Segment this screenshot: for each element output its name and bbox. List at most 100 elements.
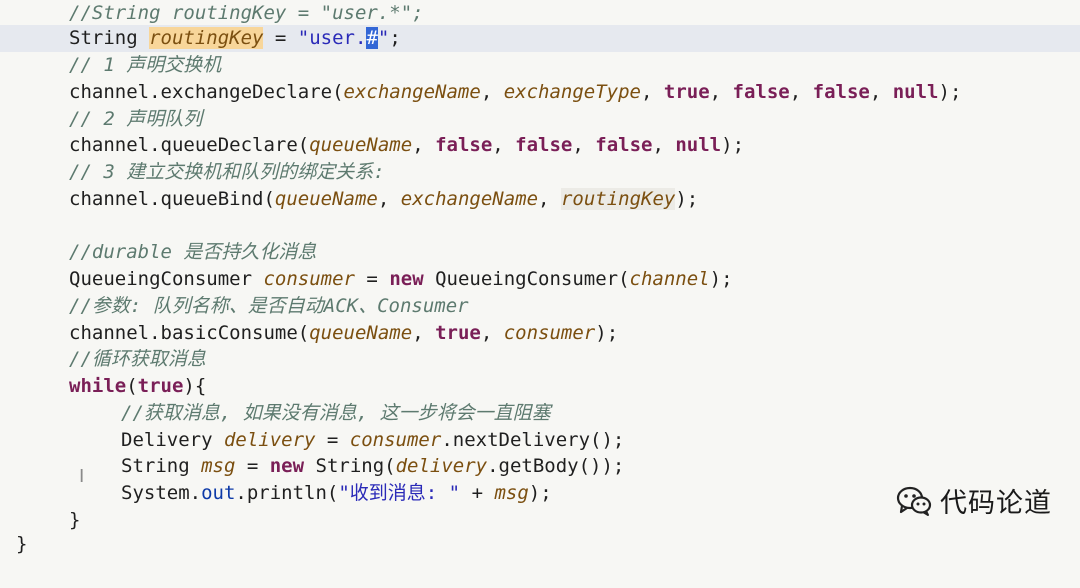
comment-token: //循环获取消息 xyxy=(69,346,206,373)
punct-token: , xyxy=(377,188,401,210)
operator-token: = xyxy=(315,429,350,451)
code-line-16: //获取消息, 如果没有消息, 这一步将会一直阻塞 xyxy=(0,400,1080,427)
punct-token: ); xyxy=(595,322,619,344)
routingkey-variable: routingKey xyxy=(149,27,264,49)
param-token: queueName xyxy=(309,322,413,344)
type-token: QueueingConsumer xyxy=(69,268,264,290)
type-token: String xyxy=(69,27,150,49)
comment-text: // 1 声明交换机 xyxy=(69,54,222,76)
param-token: exchangeName xyxy=(343,81,481,103)
param-token: queueName xyxy=(274,188,378,210)
field-token: out xyxy=(201,482,236,504)
punct-token: ); xyxy=(528,482,552,504)
identifier-token: System. xyxy=(121,482,202,504)
punct-token: ( xyxy=(126,375,138,397)
code-token-group: String routingKey = "user.#"; xyxy=(69,25,401,52)
punct-token: , xyxy=(412,322,436,344)
punct-token: , xyxy=(492,134,516,156)
variable-token: consumer xyxy=(263,268,355,290)
method-call-token: .println( xyxy=(235,482,339,504)
code-line-2-current: String routingKey = "user.#"; xyxy=(0,25,1080,52)
selected-text[interactable]: # xyxy=(366,27,378,49)
keyword-token: new xyxy=(269,455,305,477)
variable-token: msg xyxy=(201,455,236,477)
keyword-token: null xyxy=(892,81,939,103)
identifier-token: channel xyxy=(69,81,150,103)
keyword-token: null xyxy=(675,134,722,156)
param-token: queueName xyxy=(309,134,413,156)
code-line-3: // 1 声明交换机 xyxy=(0,52,1080,79)
variable-token: consumer xyxy=(349,429,442,451)
code-line-12: //参数: 队列名称、是否自动ACK、Consumer xyxy=(0,293,1080,320)
keyword-token: true xyxy=(435,322,481,344)
punct-token: , xyxy=(789,81,813,103)
watermark-text: 代码论道 xyxy=(940,488,1052,519)
type-token: String xyxy=(121,455,202,477)
code-line-14: //循环获取消息 xyxy=(0,346,1080,373)
outer-closing-brace: } xyxy=(16,533,28,555)
punct-token: , xyxy=(652,134,676,156)
punct-token: ){ xyxy=(183,375,207,397)
comment-token: // 3 建立交换机和队列的绑定关系: xyxy=(69,159,385,186)
semicolon-token: ; xyxy=(389,27,401,49)
constructor-token: QueueingConsumer( xyxy=(423,268,630,290)
string-token: "user. xyxy=(297,27,367,49)
comment-text: //参数: 队列名称、是否自动ACK、Consumer xyxy=(69,295,469,317)
brace-token: } xyxy=(69,507,80,534)
punct-token: , xyxy=(412,134,436,156)
code-token-group: channel.queueDeclare(queueName, false, f… xyxy=(69,132,744,159)
punct-token: ); xyxy=(709,268,733,290)
keyword-token: false xyxy=(595,134,653,156)
punct-token: , xyxy=(538,188,561,210)
text-cursor-ibeam-icon: I xyxy=(79,466,85,487)
comment-text: //循环获取消息 xyxy=(69,348,206,370)
code-line-10: //durable 是否持久化消息 xyxy=(0,239,1080,266)
method-call-token: .basicConsume( xyxy=(149,322,310,344)
code-line-8: channel.queueBind(queueName, exchangeNam… xyxy=(0,186,1080,213)
comment-token: // 2 声明队列 xyxy=(69,106,202,133)
punct-token: ); xyxy=(675,188,699,210)
punct-token: , xyxy=(480,81,504,103)
operator-token: = xyxy=(354,268,390,290)
param-token: routingKey xyxy=(560,188,676,210)
comment-token: //参数: 队列名称、是否自动ACK、Consumer xyxy=(69,293,469,320)
code-token-group: channel.queueBind(queueName, exchangeNam… xyxy=(69,186,698,213)
punct-token: , xyxy=(869,81,893,103)
identifier-token: channel xyxy=(69,134,150,156)
param-token: consumer xyxy=(503,322,596,344)
punct-token: ); xyxy=(938,81,962,103)
code-token-group: while(true){ xyxy=(69,373,206,400)
comment-text: //获取消息, 如果没有消息, 这一步将会一直阻塞 xyxy=(121,402,551,424)
method-call-token: .exchangeDeclare( xyxy=(149,81,344,103)
punct-token: , xyxy=(709,81,733,103)
wechat-icon xyxy=(896,486,932,516)
brace-text: } xyxy=(69,509,81,531)
code-token-group: QueueingConsumer consumer = new Queueing… xyxy=(69,266,733,293)
comment-token: // 1 声明交换机 xyxy=(69,52,221,79)
code-editor[interactable]: //String routingKey = "user.*"; String r… xyxy=(0,0,1080,555)
code-line-5: // 2 声明队列 xyxy=(0,106,1080,133)
code-line-6: channel.queueDeclare(queueName, false, f… xyxy=(0,132,1080,159)
comment-text: //String routingKey = "user.*"; xyxy=(69,2,424,24)
code-line-4: channel.exchangeDeclare(exchangeName, ex… xyxy=(0,79,1080,106)
variable-token: delivery xyxy=(395,455,488,477)
operator-token: + xyxy=(460,482,495,504)
operator-token: = xyxy=(263,27,298,49)
variable-token: delivery xyxy=(223,429,316,451)
comment-token: //durable 是否持久化消息 xyxy=(69,239,316,266)
punct-token: , xyxy=(641,81,664,103)
comment-token: //获取消息, 如果没有消息, 这一步将会一直阻塞 xyxy=(121,400,551,427)
comment-text: // 2 声明队列 xyxy=(69,108,203,130)
code-line-15: while(true){ xyxy=(0,373,1080,400)
code-line-1: //String routingKey = "user.*"; xyxy=(0,0,1080,27)
code-token-group: channel.basicConsume(queueName, true, co… xyxy=(69,320,618,347)
keyword-token: new xyxy=(389,268,424,290)
punct-token: , xyxy=(572,134,596,156)
keyword-token: false xyxy=(732,81,790,103)
variable-token: msg xyxy=(494,482,529,504)
keyword-token: false xyxy=(812,81,870,103)
code-token-group: String msg = new String(delivery.getBody… xyxy=(121,453,624,480)
keyword-token: false xyxy=(435,134,493,156)
punct-token: , xyxy=(480,322,504,344)
comment-text: //durable 是否持久化消息 xyxy=(69,241,317,263)
